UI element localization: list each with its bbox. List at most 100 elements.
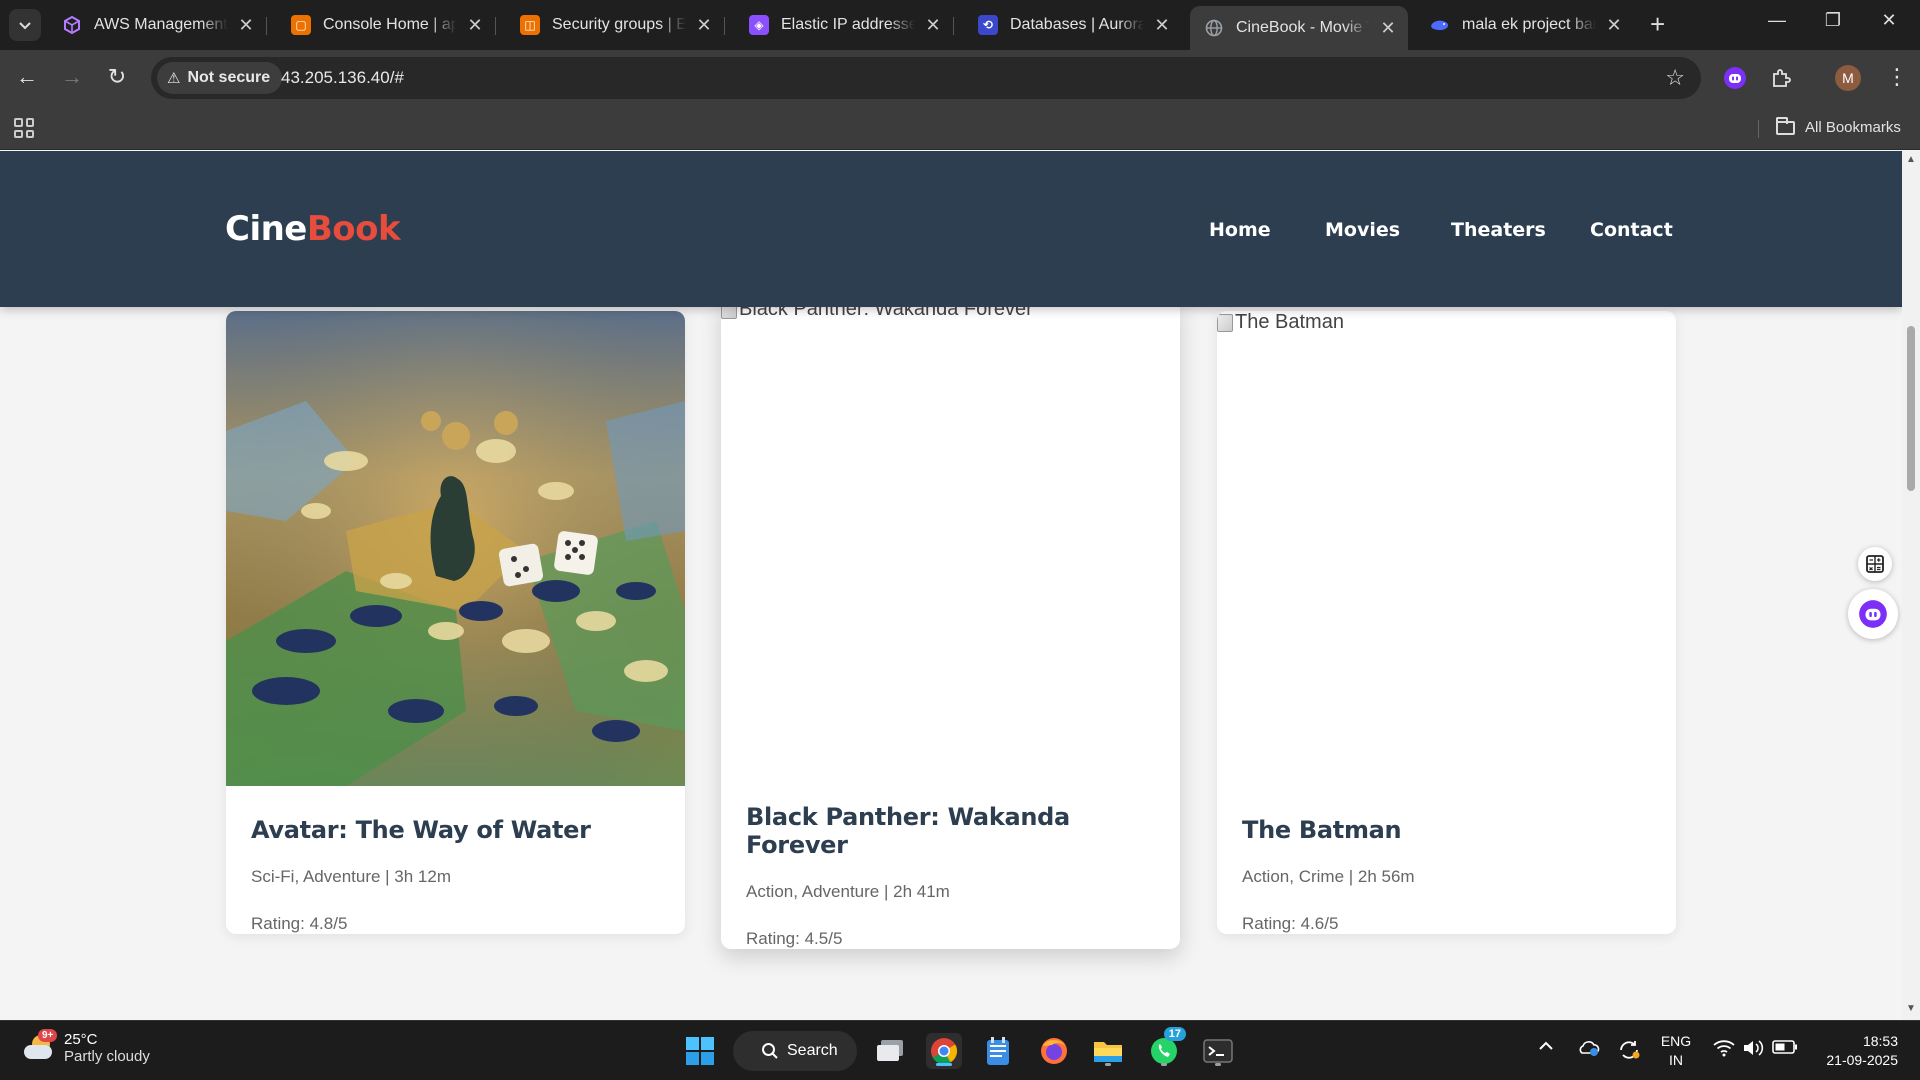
movie-rating: Rating: 4.5/5 (746, 929, 843, 948)
close-tab-icon[interactable]: ✕ (1378, 18, 1398, 39)
profile-avatar[interactable]: M (1835, 65, 1861, 91)
forward-arrow-icon[interactable]: → (57, 64, 87, 90)
broken-image-icon (1217, 313, 1233, 332)
windows-start-icon[interactable] (682, 1033, 718, 1069)
folder-icon (1776, 116, 1795, 135)
ec2-icon: ◫ (520, 15, 540, 35)
url-text[interactable]: 43.205.136.40/# (281, 68, 404, 88)
calculator-extension-icon[interactable] (1858, 547, 1892, 581)
whatsapp-icon[interactable]: 17 (1146, 1027, 1186, 1069)
apps-grid-icon[interactable] (14, 118, 34, 138)
movie-card[interactable]: Avatar: The Way of Water Sci-Fi, Adventu… (226, 311, 685, 934)
close-tab-icon[interactable]: ✕ (1152, 15, 1172, 36)
file-explorer-icon[interactable] (1090, 1033, 1126, 1069)
site-header: CineBook Home Movies Theaters Contact (0, 151, 1902, 307)
sync-update-icon[interactable] (1617, 1039, 1641, 1066)
tab-search-button[interactable] (9, 9, 41, 41)
movie-title: Avatar: The Way of Water (251, 816, 591, 844)
language-code: ENG (1660, 1033, 1692, 1049)
all-bookmarks-label: All Bookmarks (1805, 119, 1901, 136)
movie-poster: The Batman (1217, 311, 1676, 786)
tab-console-home[interactable]: ▢ Console Home | ap-south-1 ✕ (277, 7, 495, 43)
nav-contact[interactable]: Contact (1590, 219, 1673, 241)
close-tab-icon[interactable]: ✕ (923, 15, 943, 36)
tab-title: Elastic IP addresses | EC2 (781, 16, 915, 33)
notification-badge: 17 (1163, 1027, 1186, 1041)
show-hidden-icons-chevron[interactable] (1538, 1039, 1554, 1057)
tab-cinebook[interactable]: CineBook - Movie Tickets ✕ (1190, 6, 1408, 50)
movie-rating: Rating: 4.6/5 (1242, 914, 1339, 933)
minimize-icon[interactable]: — (1762, 10, 1792, 31)
tab-databases[interactable]: ⟲ Databases | Aurora and RDS ✕ (964, 7, 1182, 43)
site-logo[interactable]: CineBook (225, 209, 401, 249)
movie-card-body: Black Panther: Wakanda Forever Action, A… (721, 773, 1180, 949)
tab-aws-management-console[interactable]: AWS Management Console ✕ (48, 7, 266, 43)
onedrive-cloud-icon[interactable] (1576, 1039, 1600, 1062)
system-clock[interactable]: 18:53 21-09-2025 (1818, 1032, 1898, 1070)
chevron-down-icon (19, 22, 31, 30)
chat-assistant-icon[interactable] (1848, 589, 1898, 639)
search-label: Search (787, 1042, 838, 1059)
movie-rating: Rating: 4.8/5 (251, 914, 348, 933)
movie-title: The Batman (1242, 816, 1402, 844)
rds-icon: ⟲ (978, 15, 998, 35)
address-bar[interactable]: ⚠ Not secure 43.205.136.40/# ☆ (151, 57, 1701, 99)
page-scrollbar[interactable]: ▲ ▼ (1902, 151, 1920, 1020)
vpc-icon: ◈ (749, 15, 769, 35)
browser-tab-strip: AWS Management Console ✕ ▢ Console Home … (0, 0, 1920, 50)
chat-extension-icon[interactable] (1721, 64, 1749, 92)
close-tab-icon[interactable]: ✕ (465, 15, 485, 36)
tab-title: AWS Management Console (94, 16, 228, 33)
task-view-icon[interactable] (872, 1033, 908, 1069)
reload-icon[interactable]: ↻ (102, 64, 132, 90)
close-window-icon[interactable]: ✕ (1874, 10, 1904, 31)
wifi-icon[interactable] (1713, 1039, 1735, 1062)
clock-date: 21-09-2025 (1826, 1052, 1898, 1068)
movie-genre-duration: Action, Adventure | 2h 41m (746, 882, 950, 901)
movie-genre-duration: Sci-Fi, Adventure | 3h 12m (251, 867, 452, 886)
close-tab-icon[interactable]: ✕ (236, 15, 256, 36)
movie-poster (226, 311, 685, 786)
nav-theaters[interactable]: Theaters (1451, 219, 1546, 241)
movie-genre-duration: Action, Crime | 2h 56m (1242, 867, 1415, 886)
poster-alt-text: The Batman (1235, 311, 1344, 333)
menu-kebab-icon[interactable]: ⋮ (1886, 64, 1908, 90)
weather-condition: Partly cloudy (64, 1048, 150, 1065)
new-tab-button[interactable]: + (1650, 11, 1665, 37)
tab-title: Console Home | ap-south-1 (323, 16, 457, 33)
nav-home[interactable]: Home (1209, 219, 1271, 241)
volume-icon[interactable] (1742, 1039, 1766, 1062)
back-arrow-icon[interactable]: ← (12, 64, 42, 90)
tab-security-groups[interactable]: ◫ Security groups | EC2 ✕ (506, 7, 724, 43)
weather-temperature: 25°C (64, 1031, 98, 1048)
extensions-puzzle-icon[interactable] (1767, 64, 1795, 92)
tab-elastic-ip[interactable]: ◈ Elastic IP addresses | EC2 ✕ (735, 7, 953, 43)
partly-cloudy-icon: 9+ (22, 1029, 58, 1063)
scroll-down-arrow-icon[interactable]: ▼ (1906, 1003, 1916, 1014)
nav-movies[interactable]: Movies (1325, 219, 1400, 241)
scroll-thumb[interactable] (1907, 326, 1915, 491)
close-tab-icon[interactable]: ✕ (1604, 15, 1624, 36)
board-game-photo (226, 311, 685, 786)
movie-card[interactable]: Black Panther: Wakanda Forever Black Pan… (721, 298, 1180, 949)
tab-claude-chat[interactable]: mala ek project banvaycha ✕ (1416, 7, 1634, 43)
warning-triangle-icon: ⚠ (167, 70, 181, 87)
language-indicator[interactable]: ENG IN (1660, 1032, 1692, 1070)
notepad-icon[interactable] (980, 1033, 1016, 1069)
all-bookmarks-button[interactable]: All Bookmarks (1776, 116, 1901, 136)
bookmark-star-icon[interactable]: ☆ (1665, 65, 1685, 91)
battery-icon[interactable] (1772, 1039, 1798, 1060)
site-info-chip[interactable]: ⚠ Not secure (157, 62, 283, 94)
chrome-icon[interactable] (926, 1033, 962, 1069)
firefox-icon[interactable] (1036, 1033, 1072, 1069)
restore-icon[interactable]: ❐ (1818, 10, 1848, 31)
taskbar-search[interactable]: Search (733, 1031, 857, 1071)
aws-console-icon: ▢ (291, 15, 311, 35)
close-tab-icon[interactable]: ✕ (694, 15, 714, 36)
terminal-icon[interactable] (1200, 1033, 1236, 1069)
weather-widget[interactable]: 9+ 25°C Partly cloudy (22, 1029, 150, 1065)
scroll-up-arrow-icon[interactable]: ▲ (1906, 154, 1916, 165)
globe-icon (1204, 18, 1224, 38)
movie-card-body: The Batman Action, Crime | 2h 56m Rating… (1217, 786, 1676, 934)
movie-card[interactable]: The Batman The Batman Action, Crime | 2h… (1217, 311, 1676, 934)
